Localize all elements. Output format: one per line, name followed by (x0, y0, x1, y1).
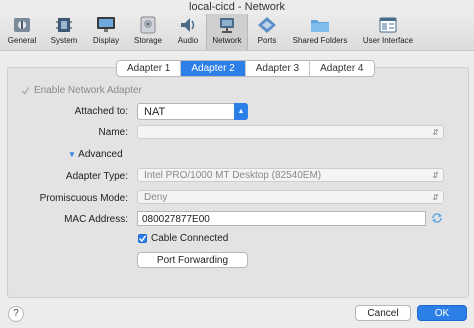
toolbar-user-interface-label: User Interface (362, 36, 414, 45)
advanced-disclosure[interactable]: ▼ Advanced (68, 149, 123, 160)
attached-to-select[interactable]: NAT ▲ (137, 103, 248, 120)
toolbar-shared-folders-label: Shared Folders (292, 36, 348, 45)
toolbar-network-label: Network (212, 36, 242, 45)
adapter-tabs: Adapter 1 Adapter 2 Adapter 3 Adapter 4 (116, 60, 375, 77)
tab-adapter-4[interactable]: Adapter 4 (310, 61, 373, 76)
tab-adapter-3[interactable]: Adapter 3 (246, 61, 311, 76)
checkmark-icon (138, 235, 147, 243)
ok-button[interactable]: OK (417, 305, 467, 321)
user-interface-icon (379, 17, 397, 33)
chevron-updown-icon: ⇵ (432, 128, 439, 137)
network-icon (220, 18, 234, 33)
promiscuous-mode-value: Deny (144, 192, 168, 203)
checkmark-icon (21, 87, 30, 95)
help-button[interactable]: ? (8, 306, 24, 322)
cable-connected-label: Cable Connected (151, 233, 229, 244)
tab-adapter-1[interactable]: Adapter 1 (117, 61, 182, 76)
toolbar-ports[interactable]: Ports (253, 16, 281, 48)
mac-address-input[interactable]: 080027877E00 (137, 211, 426, 226)
attached-to-value: NAT (144, 106, 166, 118)
toolbar-storage-label: Storage (133, 36, 163, 45)
mac-address-label: MAC Address: (64, 214, 128, 225)
chevron-updown-icon: ⇵ (432, 193, 439, 202)
toolbar-general[interactable]: General (3, 16, 41, 48)
settings-toolbar: General System Display Storage Audio Net… (0, 14, 474, 51)
advanced-label: Advanced (78, 149, 123, 160)
cancel-button[interactable]: Cancel (355, 305, 411, 321)
adapter-type-label: Adapter Type: (65, 171, 128, 182)
attached-to-label: Attached to: (74, 106, 128, 117)
ports-icon (258, 17, 276, 33)
window-title: local-cicd - Network (189, 1, 285, 13)
storage-disk-icon (140, 16, 156, 34)
name-select[interactable]: ⇵ (137, 125, 444, 139)
toolbar-system[interactable]: System (47, 16, 81, 48)
toolbar-network[interactable]: Network (206, 14, 248, 50)
toolbar-shared-folders[interactable]: Shared Folders (291, 16, 349, 48)
general-icon (14, 18, 30, 32)
toolbar-audio-label: Audio (177, 36, 199, 45)
adapter-type-select[interactable]: Intel PRO/1000 MT Desktop (82540EM) ⇵ (137, 168, 444, 182)
promiscuous-mode-label: Promiscuous Mode: (39, 193, 128, 204)
toolbar-system-label: System (50, 36, 78, 45)
enable-adapter-checkbox[interactable] (21, 86, 30, 95)
refresh-mac-icon[interactable] (431, 212, 443, 224)
adapter-type-value: Intel PRO/1000 MT Desktop (82540EM) (144, 170, 322, 181)
promiscuous-mode-select[interactable]: Deny ⇵ (137, 190, 444, 204)
toolbar-display[interactable]: Display (91, 16, 121, 48)
disclosure-triangle-icon: ▼ (68, 150, 76, 159)
name-label: Name: (98, 127, 128, 138)
chevron-updown-icon: ▲ (234, 103, 248, 120)
port-forwarding-button[interactable]: Port Forwarding (137, 252, 248, 268)
system-chip-icon (56, 18, 72, 32)
cable-connected-checkbox[interactable] (138, 234, 147, 243)
audio-speaker-icon (181, 18, 195, 32)
toolbar-display-label: Display (92, 36, 120, 45)
tab-adapter-2[interactable]: Adapter 2 (181, 61, 246, 76)
display-monitor-icon (97, 17, 115, 32)
enable-adapter-label: Enable Network Adapter (34, 85, 142, 96)
toolbar-ports-label: Ports (257, 36, 277, 45)
toolbar-audio[interactable]: Audio (175, 16, 201, 48)
chevron-updown-icon: ⇵ (432, 171, 439, 180)
toolbar-storage[interactable]: Storage (133, 16, 163, 48)
toolbar-user-interface[interactable]: User Interface (360, 16, 416, 48)
folder-icon (311, 20, 329, 32)
toolbar-general-label: General (7, 36, 37, 45)
